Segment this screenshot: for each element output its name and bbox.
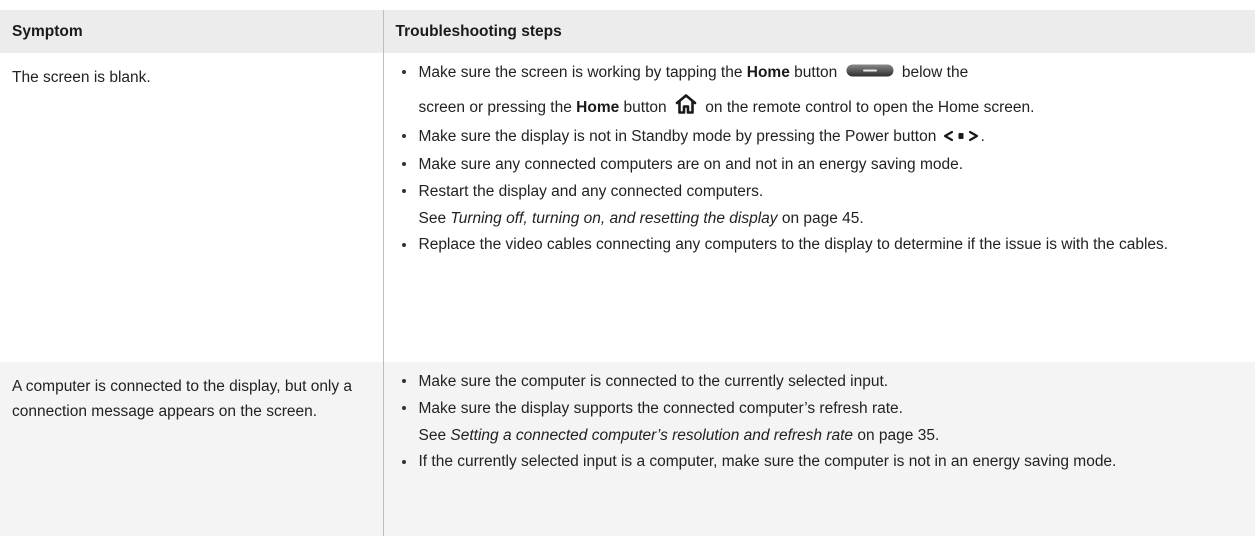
home-house-icon	[675, 93, 697, 121]
list-item: Make sure the screen is working by tappi…	[396, 61, 1232, 121]
step-text: .	[980, 128, 985, 146]
see-reference: See Turning off, turning on, and resetti…	[396, 207, 1232, 230]
header-symptom: Symptom	[0, 10, 383, 53]
symptom-cell: A computer is connected to the display, …	[0, 362, 383, 536]
see-suffix: on page 45.	[777, 209, 864, 227]
troubleshooting-table: Symptom Troubleshooting steps The screen…	[0, 10, 1255, 536]
table-row: The screen is blank. Make sure the scree…	[0, 53, 1255, 362]
steps-cell: Make sure the screen is working by tappi…	[382, 53, 1255, 362]
see-reference: See Setting a connected computer’s resol…	[396, 424, 1232, 447]
step-text: button	[789, 64, 842, 82]
reference-title: Turning off, turning on, and resetting t…	[450, 209, 778, 227]
step-text: screen or pressing the	[418, 99, 577, 117]
list-item: Restart the display and any connected co…	[396, 180, 1232, 203]
home-label: Home	[576, 99, 620, 117]
home-button-icon	[846, 61, 894, 85]
power-button-icon	[943, 126, 979, 149]
list-item: Make sure any connected computers are on…	[396, 153, 1232, 176]
list-item: Replace the video cables connecting any …	[396, 234, 1232, 255]
list-item: If the currently selected input is a com…	[396, 451, 1232, 472]
steps-list: Make sure the screen is working by tappi…	[396, 61, 1232, 255]
list-item: Make sure the display is not in Standby …	[396, 125, 1232, 148]
step-text: below the	[897, 64, 969, 82]
reference-title: Setting a connected computer’s resolutio…	[450, 427, 854, 444]
list-item: Make sure the display supports the conne…	[396, 397, 1232, 420]
symptom-cell: The screen is blank.	[12, 69, 151, 86]
list-item: Make sure the computer is connected to t…	[396, 370, 1232, 393]
table-header-row: Symptom Troubleshooting steps	[0, 10, 1255, 53]
step-text: button	[619, 99, 671, 117]
step-text: Make sure the screen is working by tappi…	[418, 64, 747, 82]
see-prefix: See	[418, 427, 451, 444]
table-row: A computer is connected to the display, …	[0, 362, 1255, 536]
see-suffix: on page 35.	[853, 427, 940, 444]
home-label: Home	[746, 64, 790, 82]
home-step-line-1: Make sure the screen is working by tappi…	[419, 61, 1232, 85]
see-prefix: See	[418, 209, 451, 227]
steps-list: Make sure the computer is connected to t…	[396, 370, 1232, 472]
step-text: Make sure the display is not in Standby …	[418, 128, 941, 146]
header-troubleshooting-steps: Troubleshooting steps	[382, 10, 1255, 53]
home-step-line-2: screen or pressing the Home button on th…	[419, 93, 1232, 121]
step-text: on the remote control to open the Home s…	[700, 99, 1035, 117]
steps-cell: Make sure the computer is connected to t…	[382, 362, 1255, 536]
